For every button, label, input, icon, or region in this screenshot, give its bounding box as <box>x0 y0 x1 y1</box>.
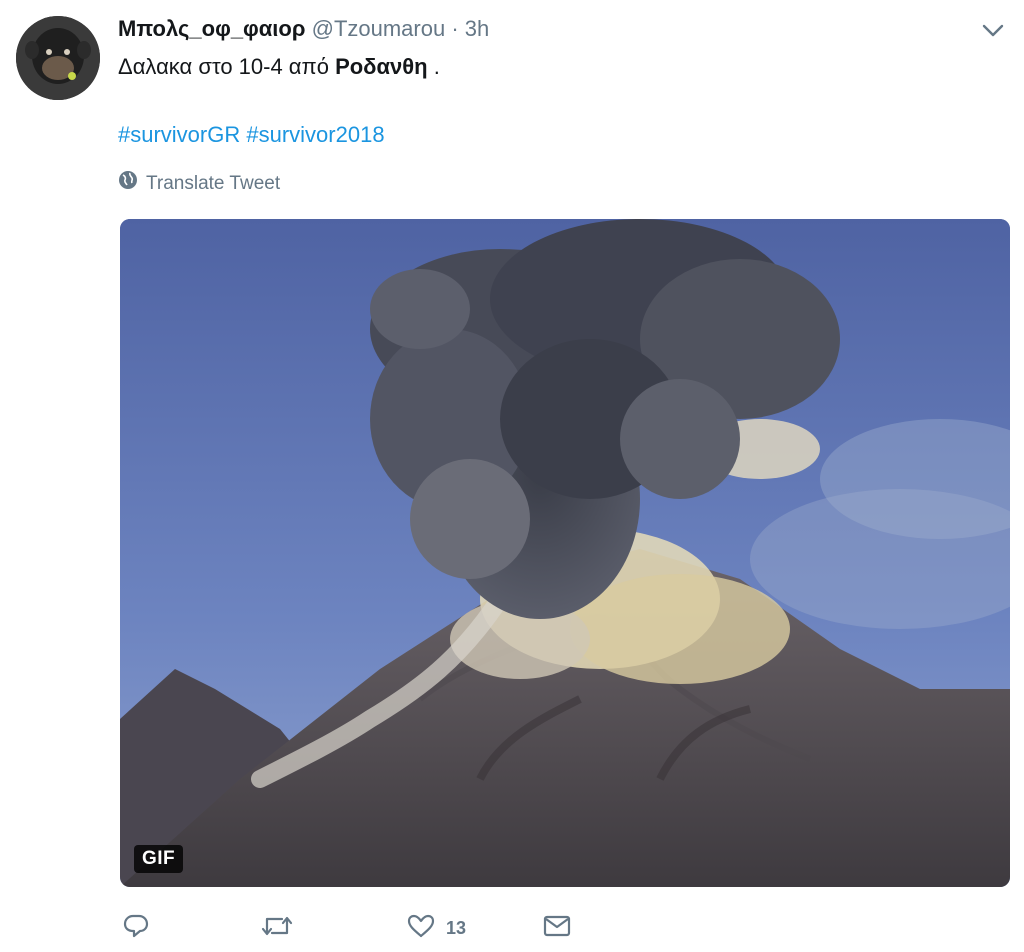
tweet-text-after: . <box>427 54 440 79</box>
direct-message-button[interactable] <box>542 914 572 943</box>
hashtag-survivorgr[interactable]: #survivorGR <box>118 122 240 147</box>
tweet-text: Δαλακα στο 10-4 από Ροδανθη . <box>118 52 440 82</box>
heart-icon <box>406 913 436 944</box>
timestamp[interactable]: 3h <box>465 16 489 41</box>
envelope-icon <box>542 914 572 943</box>
reply-button[interactable] <box>122 913 150 944</box>
globe-icon <box>118 170 138 198</box>
translate-tweet-link[interactable]: Translate Tweet <box>118 170 280 198</box>
gif-media[interactable]: GIF <box>120 219 1010 887</box>
avatar[interactable] <box>16 16 100 100</box>
translate-label: Translate Tweet <box>146 173 281 194</box>
chevron-down-icon[interactable] <box>980 20 1006 42</box>
hashtag-survivor2018[interactable]: #survivor2018 <box>246 122 384 147</box>
retweet-icon <box>260 913 294 944</box>
separator-dot: · <box>451 16 459 41</box>
retweet-button[interactable] <box>260 913 294 944</box>
volcano-eruption-image <box>120 219 1010 887</box>
display-name[interactable]: Μπολς_οφ_φαιορ <box>118 16 305 41</box>
hashtag-list: #survivorGR #survivor2018 <box>118 120 385 150</box>
user-handle[interactable]: @Tzoumarou <box>312 16 446 41</box>
tweet-header: Μπολς_οφ_φαιορ @Tzoumarou · 3h <box>118 14 964 44</box>
reply-icon <box>122 913 150 944</box>
like-button[interactable]: 13 <box>406 913 466 944</box>
tweet-text-before: Δαλακα στο 10-4 από <box>118 54 336 79</box>
like-count: 13 <box>446 917 467 938</box>
tweet-mention: Ροδανθη <box>335 54 428 79</box>
gif-badge: GIF <box>134 845 184 873</box>
